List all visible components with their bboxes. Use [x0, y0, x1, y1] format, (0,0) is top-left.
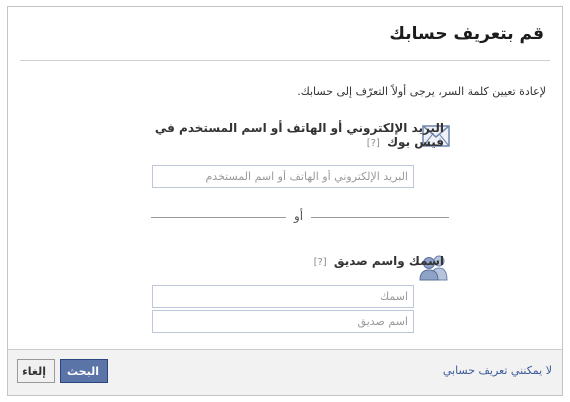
friend-label-text: اسمك واسم صديق — [333, 254, 444, 268]
identify-input[interactable] — [152, 165, 414, 188]
dialog-footer: لا يمكنني تعريف حسابي البحث إلغاء — [8, 349, 562, 395]
identify-label-text: البريد الإلكتروني أو الهاتف أو اسم المست… — [154, 121, 444, 149]
friend-name-input[interactable] — [152, 310, 414, 333]
cannot-identify-link[interactable]: لا يمكنني تعريف حسابي — [443, 364, 552, 377]
friend-help-link[interactable]: [?] — [314, 257, 327, 268]
friend-label: اسمك واسم صديق [?] — [144, 254, 444, 270]
dialog-header: قم بتعريف حسابك — [20, 7, 550, 61]
separator-line-left — [151, 217, 286, 218]
identify-label: البريد الإلكتروني أو الهاتف أو اسم المست… — [144, 121, 444, 151]
separator-line-right — [311, 217, 449, 218]
your-name-input[interactable] — [152, 285, 414, 308]
separator-text: أو — [294, 209, 304, 223]
search-button[interactable]: البحث — [60, 359, 108, 383]
instruction-text: لإعادة تعيين كلمة السر، يرجى أولاً التعر… — [297, 85, 546, 98]
dialog-title: قم بتعريف حسابك — [389, 23, 544, 44]
identify-account-dialog: قم بتعريف حسابك لإعادة تعيين كلمة السر، … — [7, 6, 563, 396]
identify-help-link[interactable]: [?] — [367, 138, 380, 149]
cancel-button[interactable]: إلغاء — [17, 359, 55, 383]
